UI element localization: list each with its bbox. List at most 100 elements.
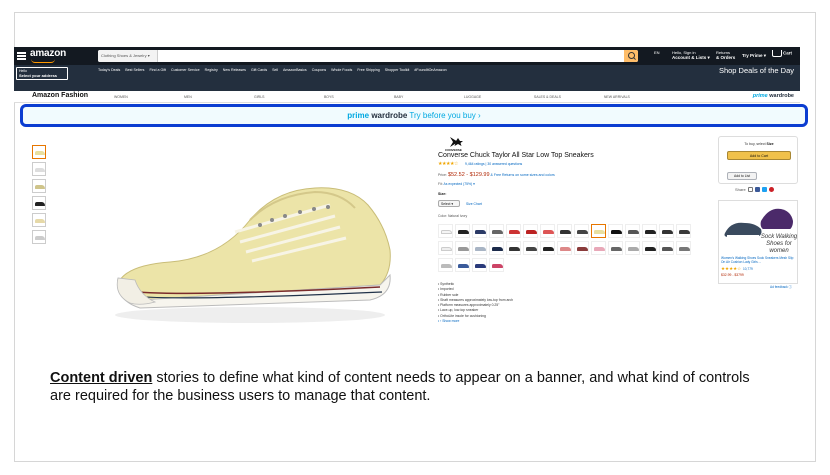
color-swatch[interactable] [625,224,640,238]
subnav-link[interactable]: Registry [205,68,218,72]
color-swatch[interactable] [676,224,691,238]
cart-button[interactable]: Cart [772,50,798,57]
subnav-link[interactable]: Best Sellers [125,68,144,72]
search-bar[interactable]: Clothing Shoes & Jewelry ▾ [98,50,638,62]
subnav-link[interactable]: Whole Foods [331,68,352,72]
language-label: EN [654,50,660,55]
show-more-link[interactable]: › Show more [438,319,513,324]
ad-description[interactable]: Women's Walking Shoes Sock Sneakers Mesh… [721,256,797,264]
fit-row: Fit: As expected (75%) ▾ [438,182,475,186]
fashion-link[interactable]: LUGGAGE [464,95,533,99]
subnav-link[interactable]: Today's Deals [98,68,120,72]
sponsored-ad[interactable]: Sock Walking Shoes for women Women's Wal… [718,200,798,284]
search-button[interactable] [624,50,638,62]
subnav-link[interactable]: Customer Service [171,68,200,72]
pinterest-share-icon[interactable] [769,187,775,193]
fashion-link[interactable]: GIRLS [254,95,323,99]
fashion-link[interactable]: MEN [184,95,253,99]
fashion-link[interactable]: WOMEN [114,95,183,99]
color-swatch[interactable] [540,224,555,238]
color-swatch[interactable] [523,241,538,255]
ad-rating-count[interactable]: 10,779 [743,267,753,271]
email-share-icon[interactable] [747,187,753,193]
product-thumbnail[interactable] [32,196,46,210]
free-returns-note[interactable]: & Free Returns on some sizes and colors [491,173,555,177]
orders-link[interactable]: Returns & Orders [716,50,744,60]
color-swatch[interactable] [523,224,538,238]
prime-wardrobe-banner[interactable]: prime wardrobe Try before you buy › [20,104,808,127]
color-swatch[interactable] [591,241,606,255]
color-swatch[interactable] [676,241,691,255]
fashion-title[interactable]: Amazon Fashion [32,92,88,99]
fit-value[interactable]: As expected (75%) ▾ [443,182,474,186]
product-thumbnail[interactable] [32,230,46,244]
color-swatch[interactable] [489,224,504,238]
color-swatch[interactable] [659,224,674,238]
size-dropdown[interactable]: Select ▾ [438,200,460,207]
color-swatch[interactable] [574,241,589,255]
color-swatch[interactable] [642,224,657,238]
language-selector[interactable]: EN [654,50,668,55]
try-prime-link[interactable]: Try Prime ▾ [742,53,766,59]
color-swatch[interactable] [438,224,453,238]
subnav-link[interactable]: Coupons [312,68,326,72]
subnav-link[interactable]: Shopper Toolkit [385,68,410,72]
add-to-cart-button[interactable]: Add to Cart [727,151,791,160]
deals-of-the-day-link[interactable]: Shop Deals of the Day [719,66,794,75]
product-thumbnail[interactable] [32,162,46,176]
color-swatch[interactable] [472,224,487,238]
color-swatch[interactable] [659,241,674,255]
subnav-link[interactable]: New Releases [223,68,246,72]
color-swatch[interactable] [455,258,470,272]
color-swatch[interactable] [455,241,470,255]
color-swatch[interactable] [608,224,623,238]
fashion-link[interactable]: NEW ARRIVALS [604,95,673,99]
size-chart-link[interactable]: Size Chart [466,202,482,206]
fashion-link[interactable]: SALES & DEALS [534,95,603,99]
color-swatch[interactable] [608,241,623,255]
subnav-link[interactable]: #FoundItOnAmazon [414,68,446,72]
main-product-image[interactable] [100,150,400,335]
facebook-share-icon[interactable] [754,187,760,193]
cart-icon [772,50,782,57]
product-thumbnail[interactable] [32,213,46,227]
account-menu[interactable]: Hello, Sign in Account & Lists ▾ [672,50,712,60]
color-swatch[interactable] [574,224,589,238]
fashion-link[interactable]: BABY [394,95,463,99]
color-swatch[interactable] [506,241,521,255]
rating-count[interactable]: 9,464 ratings | 30 answered questions [465,162,522,166]
hamburger-menu-icon[interactable] [17,52,26,60]
subnav-link[interactable]: Gift Cards [251,68,267,72]
add-to-list-button[interactable]: Add to List [727,172,757,180]
amazon-sub-nav: Hello Select your address Today's Deals … [14,65,800,91]
subnav-link[interactable]: AmazonBasics [283,68,307,72]
select-address-button[interactable]: Hello Select your address [16,67,68,80]
color-swatch[interactable] [455,224,470,238]
color-swatch[interactable] [625,241,640,255]
subnav-link[interactable]: Sell [272,68,278,72]
amazon-logo[interactable]: amazon [30,48,66,59]
banner-cta[interactable]: Try before you buy › [409,111,480,120]
ad-feedback-link[interactable]: Ad feedback ⓘ [770,284,792,289]
color-swatch[interactable] [506,224,521,238]
color-swatch[interactable] [489,241,504,255]
color-swatch[interactable] [472,258,487,272]
color-swatch[interactable] [642,241,657,255]
prime-wardrobe-logo-small[interactable]: prime wardrobe [753,93,794,99]
color-swatch[interactable] [438,241,453,255]
product-thumbnail[interactable] [32,179,46,193]
color-swatch[interactable] [489,258,504,272]
fashion-link[interactable]: BOYS [324,95,393,99]
rating-stars[interactable]: ★★★★☆ [438,161,458,167]
twitter-share-icon[interactable] [762,187,768,193]
color-swatch[interactable] [557,224,572,238]
color-swatch[interactable] [540,241,555,255]
subnav-link[interactable]: Free Shipping [357,68,379,72]
product-thumbnail[interactable] [32,145,46,159]
color-swatch[interactable] [472,241,487,255]
color-swatch[interactable] [557,241,572,255]
search-category-dropdown[interactable]: Clothing Shoes & Jewelry ▾ [98,50,158,62]
subnav-link[interactable]: Find a Gift [149,68,166,72]
color-swatch-selected[interactable] [591,224,606,238]
color-swatch[interactable] [438,258,453,272]
